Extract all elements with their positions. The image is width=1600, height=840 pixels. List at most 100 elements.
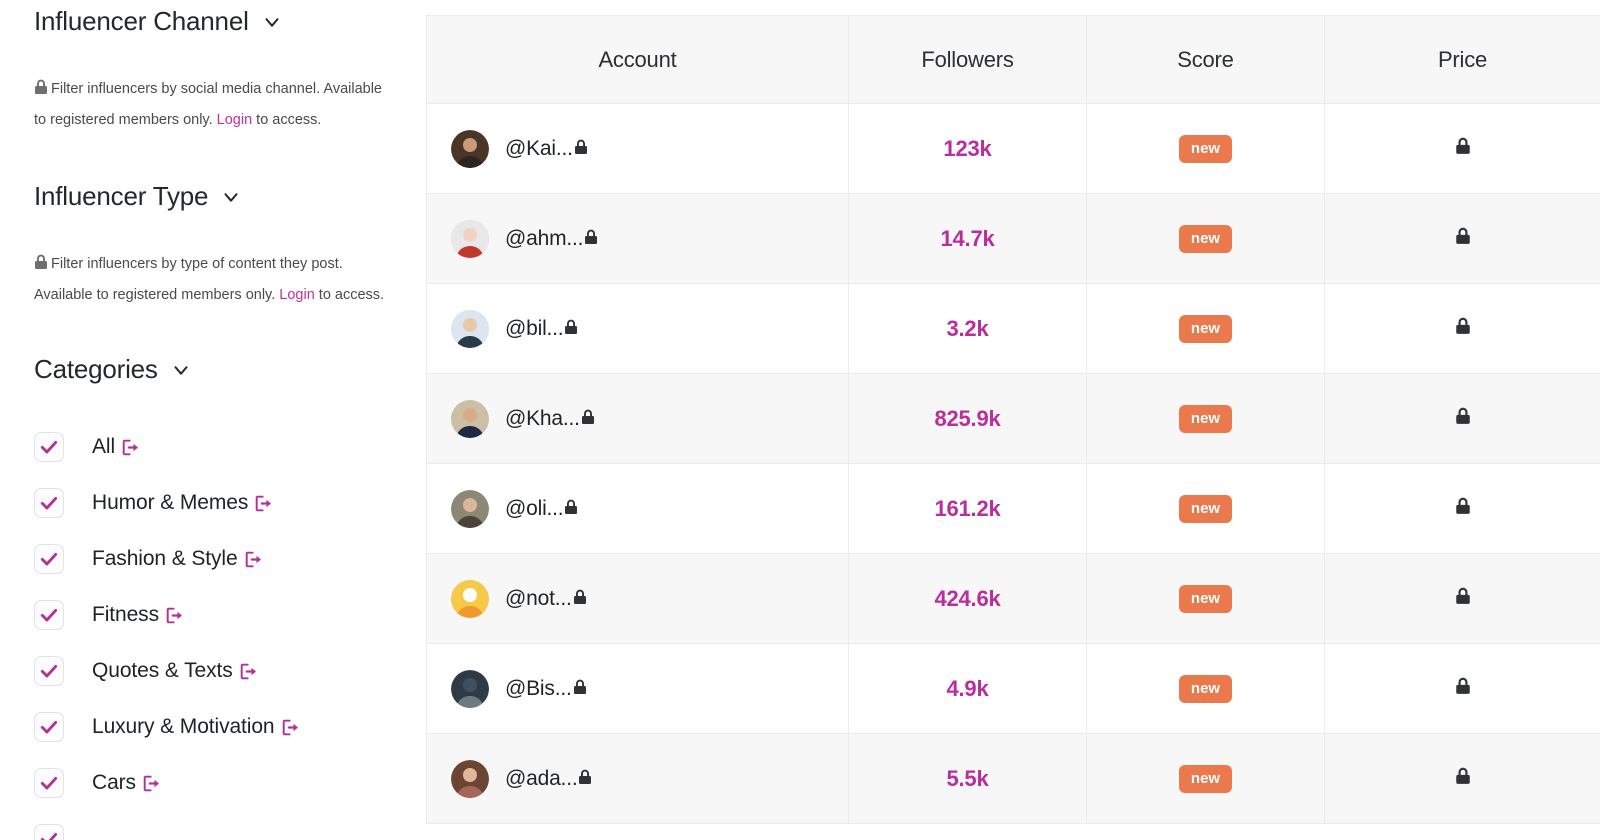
chevron-down-icon[interactable] — [220, 186, 242, 208]
category-checkbox[interactable] — [34, 600, 64, 630]
category-checkbox[interactable] — [34, 432, 64, 462]
column-header-followers[interactable]: Followers — [848, 15, 1087, 104]
login-link[interactable]: Login — [279, 287, 314, 303]
lock-icon[interactable] — [1455, 587, 1471, 605]
chevron-down-icon[interactable] — [170, 359, 192, 381]
table-row[interactable]: @bil... 3.2k new — [426, 283, 1600, 374]
cell-score: new — [1086, 643, 1325, 734]
category-row[interactable]: Fashion & Style — [34, 531, 392, 587]
category-checkbox[interactable] — [34, 544, 64, 574]
category-label: Fashion & Style — [92, 547, 238, 570]
lock-icon[interactable] — [1455, 407, 1471, 425]
account-name: @Kai... — [505, 136, 573, 160]
table-row[interactable]: @not... 424.6k new — [426, 553, 1600, 644]
cell-account[interactable]: @not... — [426, 553, 849, 644]
table-row[interactable]: @ahm... 14.7k new — [426, 193, 1600, 284]
category-label: Humor & Memes — [92, 491, 249, 514]
account-name-wrap: @Kha... — [505, 407, 595, 431]
cell-followers: 161.2k — [848, 463, 1087, 554]
table-row[interactable]: @ada... 5.5k new — [426, 733, 1600, 824]
category-checkbox[interactable] — [34, 768, 64, 798]
cell-price[interactable] — [1324, 643, 1600, 734]
category-row[interactable]: All — [34, 419, 392, 475]
arrow-right-box-icon[interactable] — [245, 551, 262, 568]
chevron-down-icon[interactable] — [261, 11, 283, 33]
cell-price[interactable] — [1324, 373, 1600, 464]
category-row[interactable]: Luxury & Motivation — [34, 699, 392, 755]
lock-icon[interactable] — [1455, 317, 1471, 335]
followers-value: 5.5k — [946, 765, 989, 791]
lock-icon[interactable] — [1455, 767, 1471, 785]
lock-icon[interactable] — [1455, 497, 1471, 515]
cell-price[interactable] — [1324, 193, 1600, 284]
category-row[interactable]: Humor & Memes — [34, 475, 392, 531]
avatar — [451, 219, 489, 258]
cell-account[interactable]: @ada... — [426, 733, 849, 824]
category-checkbox[interactable] — [34, 712, 64, 742]
account-name-wrap: @oli... — [505, 497, 578, 521]
arrow-right-box-icon[interactable] — [255, 495, 272, 512]
cell-account[interactable]: @ahm... — [426, 193, 849, 284]
account-name: @ahm... — [505, 226, 584, 250]
cell-score: new — [1086, 373, 1325, 464]
cell-price[interactable] — [1324, 553, 1600, 644]
lock-icon — [578, 767, 592, 791]
table-row[interactable]: @Kai... 123k new — [426, 103, 1600, 194]
cell-followers: 3.2k — [848, 283, 1087, 374]
login-link[interactable]: Login — [217, 112, 252, 128]
category-row[interactable]: Quotes & Texts — [34, 643, 392, 699]
lock-icon — [574, 137, 588, 161]
column-header-price[interactable]: Price — [1324, 15, 1600, 104]
arrow-right-box-icon[interactable] — [282, 719, 299, 736]
category-checkbox[interactable] — [34, 488, 64, 518]
cell-price[interactable] — [1324, 463, 1600, 554]
account-name-wrap: @Kai... — [505, 137, 588, 161]
influencer-channel-header[interactable]: Influencer Channel — [34, 6, 392, 37]
column-header-score[interactable]: Score — [1086, 15, 1325, 104]
category-label-wrap: All — [92, 435, 139, 459]
influencer-type-header[interactable]: Influencer Type — [34, 181, 392, 212]
table-row[interactable]: @oli... 161.2k new — [426, 463, 1600, 554]
account-name-wrap: @Bis... — [505, 677, 587, 701]
category-label-wrap: Fashion & Style — [92, 547, 262, 571]
lock-icon[interactable] — [1455, 137, 1471, 155]
table-row[interactable]: @Bis... 4.9k new — [426, 643, 1600, 734]
cell-account[interactable]: @Kha... — [426, 373, 849, 464]
category-checkbox[interactable] — [34, 824, 64, 840]
lock-icon — [564, 317, 578, 341]
cell-account[interactable]: @Kai... — [426, 103, 849, 194]
cell-price[interactable] — [1324, 733, 1600, 824]
cell-score: new — [1086, 283, 1325, 374]
arrow-right-box-icon[interactable] — [122, 439, 139, 456]
category-label: All — [92, 435, 116, 458]
cell-account[interactable]: @oli... — [426, 463, 849, 554]
lock-icon[interactable] — [1455, 227, 1471, 245]
arrow-right-box-icon[interactable] — [240, 663, 257, 680]
cell-account[interactable]: @bil... — [426, 283, 849, 374]
category-label-wrap: Luxury & Motivation — [92, 715, 299, 739]
avatar — [451, 579, 489, 618]
category-row[interactable]: Fitness — [34, 587, 392, 643]
category-checkbox[interactable] — [34, 656, 64, 686]
status-badge: new — [1178, 764, 1233, 793]
lock-icon[interactable] — [1455, 677, 1471, 695]
cell-price[interactable] — [1324, 283, 1600, 374]
cell-score: new — [1086, 733, 1325, 824]
lock-icon — [584, 227, 598, 251]
cell-price[interactable] — [1324, 103, 1600, 194]
arrow-right-box-icon[interactable] — [166, 607, 183, 624]
category-label-wrap: Humor & Memes — [92, 491, 272, 515]
account-name: @Bis... — [505, 676, 572, 700]
account-name-wrap: @bil... — [505, 317, 578, 341]
followers-value: 14.7k — [940, 225, 995, 251]
category-row[interactable] — [34, 811, 392, 840]
category-row[interactable]: Cars — [34, 755, 392, 811]
column-header-account[interactable]: Account — [426, 15, 849, 104]
influencer-channel-note-text2: to access. — [252, 112, 322, 128]
cell-account[interactable]: @Bis... — [426, 643, 849, 734]
followers-value: 3.2k — [946, 315, 989, 341]
categories-header[interactable]: Categories — [34, 354, 392, 385]
category-label: Quotes & Texts — [92, 659, 233, 682]
table-row[interactable]: @Kha... 825.9k new — [426, 373, 1600, 464]
arrow-right-box-icon[interactable] — [143, 775, 160, 792]
